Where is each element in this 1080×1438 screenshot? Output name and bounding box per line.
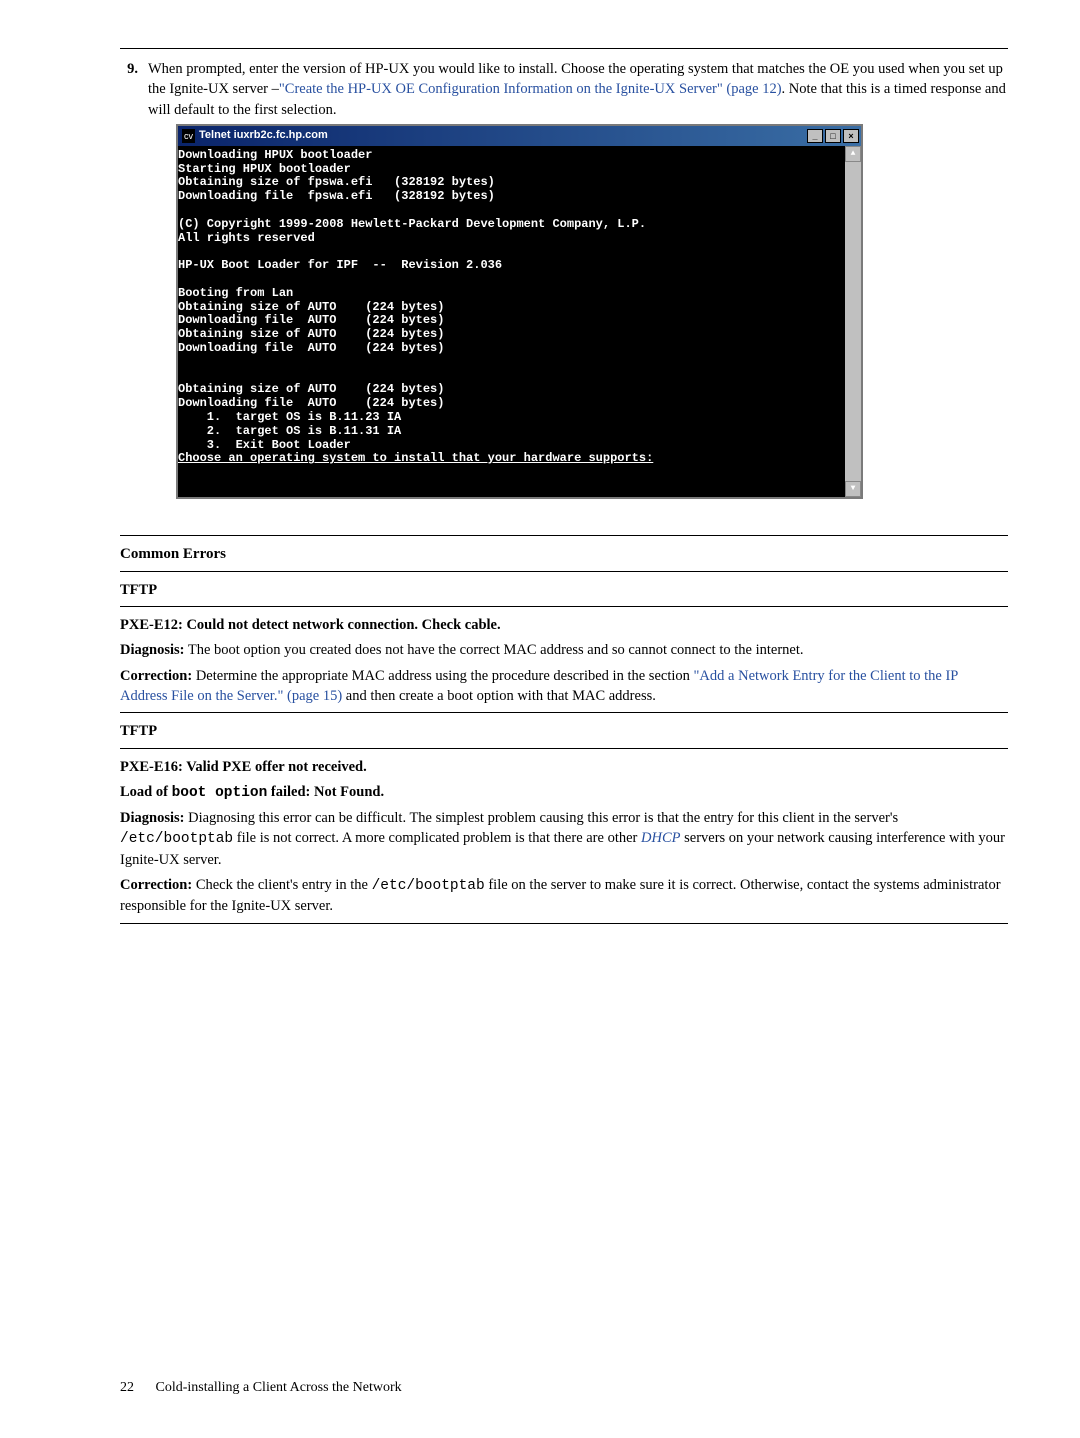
scroll-up-icon[interactable]: ▲	[845, 146, 861, 162]
terminal-app-icon: cv	[182, 129, 195, 144]
page-number: 22	[120, 1380, 134, 1395]
section-rule	[120, 923, 1008, 924]
footer-title: Cold-installing a Client Across the Netw…	[156, 1380, 402, 1395]
terminal-body: Downloading HPUX bootloader Starting HPU…	[178, 146, 861, 497]
tftp-heading-2: TFTP	[120, 721, 1008, 741]
step-body: When prompted, enter the version of HP-U…	[148, 59, 1008, 519]
scrollbar[interactable]: ▲ ▼	[845, 146, 861, 497]
step-number: 9.	[120, 59, 138, 519]
section-rule	[120, 606, 1008, 607]
error-e16-title: PXE-E16: Valid PXE offer not received.	[120, 757, 1008, 777]
common-errors-heading: Common Errors	[120, 544, 1008, 565]
section-rule	[120, 535, 1008, 536]
diagnosis-label: Diagnosis:	[120, 642, 184, 658]
maximize-button[interactable]: □	[825, 129, 841, 143]
diagnosis-label: Diagnosis:	[120, 810, 184, 826]
section-rule	[120, 748, 1008, 749]
scroll-down-icon[interactable]: ▼	[845, 481, 861, 497]
error-e16-diagnosis: Diagnosis: Diagnosing this error can be …	[120, 808, 1008, 870]
error-e12-correction: Correction: Determine the appropriate MA…	[120, 666, 1008, 707]
error-e16-correction: Correction: Check the client's entry in …	[120, 875, 1008, 917]
tftp-heading-1: TFTP	[120, 580, 1008, 600]
error-e12-title: PXE-E12: Could not detect network connec…	[120, 615, 1008, 635]
error-e12-diagnosis: Diagnosis: The boot option you created d…	[120, 640, 1008, 660]
link-create-oe-config[interactable]: "Create the HP-UX OE Configuration Infor…	[279, 81, 782, 97]
correction-label: Correction:	[120, 877, 192, 893]
mono-etc-bootptab: /etc/bootptab	[120, 831, 233, 847]
section-rule	[120, 712, 1008, 713]
terminal-title: Telnet iuxrb2c.fc.hp.com	[199, 128, 328, 143]
terminal-titlebar: cv Telnet iuxrb2c.fc.hp.com _ □ ×	[178, 126, 861, 146]
terminal-window: cv Telnet iuxrb2c.fc.hp.com _ □ × Downlo…	[176, 124, 863, 499]
close-button[interactable]: ×	[843, 129, 859, 143]
terminal-prompt: Choose an operating system to install th…	[178, 451, 653, 465]
mono-etc-bootptab-2: /etc/bootptab	[372, 878, 485, 894]
step-9: 9. When prompted, enter the version of H…	[120, 59, 1008, 519]
terminal-output: Downloading HPUX bootloader Starting HPU…	[178, 148, 646, 452]
correction-label: Correction:	[120, 668, 192, 684]
minimize-button[interactable]: _	[807, 129, 823, 143]
mono-boot-option: boot option	[172, 785, 268, 801]
section-rule	[120, 571, 1008, 572]
error-e16-load: Load of boot option failed: Not Found.	[120, 782, 1008, 803]
page-top-rule	[120, 48, 1008, 49]
page-footer: 22 Cold-installing a Client Across the N…	[120, 1378, 402, 1398]
link-dhcp-glossary[interactable]: DHCP	[641, 830, 680, 846]
